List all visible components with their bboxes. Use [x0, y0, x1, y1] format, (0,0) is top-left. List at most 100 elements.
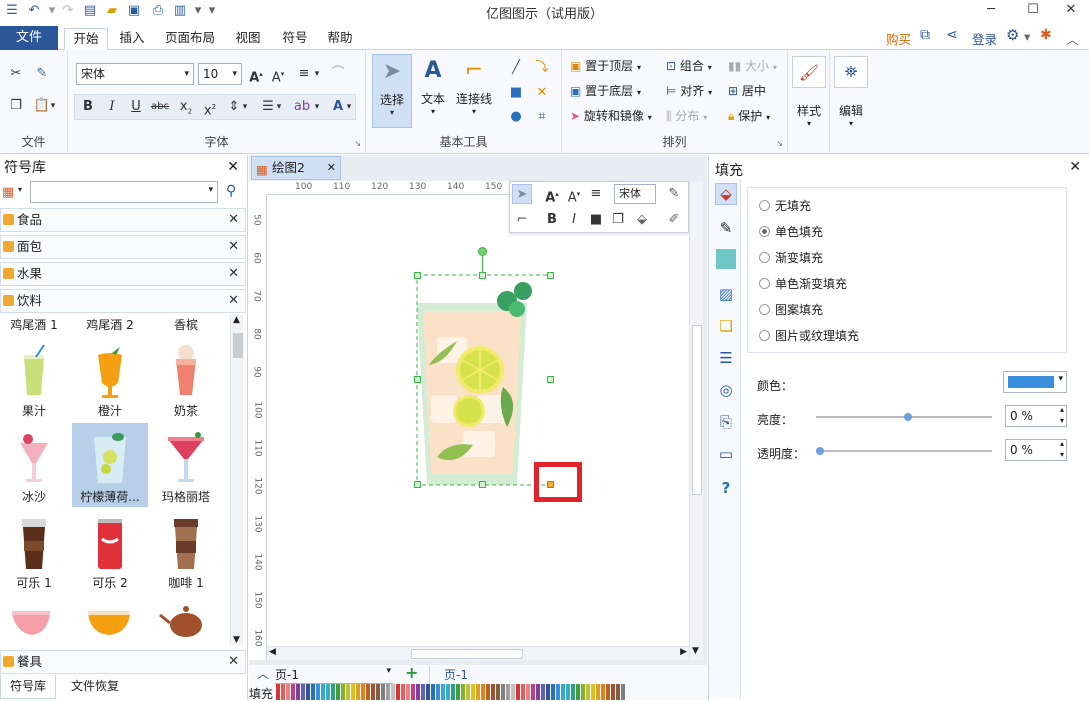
- line-color-icon[interactable]: ✐: [664, 210, 684, 230]
- help-icon[interactable]: ?: [715, 477, 737, 499]
- palette-swatch[interactable]: [531, 684, 535, 700]
- group-button[interactable]: ⊡ 组合 ▾: [666, 57, 712, 75]
- strikethrough-icon[interactable]: abc: [150, 97, 170, 117]
- palette-swatch[interactable]: [386, 684, 390, 700]
- bullets-dropdown-icon[interactable]: ▾: [274, 97, 284, 117]
- spinner-icon[interactable]: ▴ ▾: [1060, 438, 1064, 460]
- palette-swatch[interactable]: [356, 684, 360, 700]
- palette-swatch[interactable]: [441, 684, 445, 700]
- close-icon[interactable]: ✕: [1069, 159, 1081, 175]
- symbol-cocktail-1[interactable]: 鸡尾酒 1: [0, 315, 72, 335]
- palette-swatch[interactable]: [491, 684, 495, 700]
- palette-swatch[interactable]: [556, 684, 560, 700]
- palette-swatch[interactable]: [481, 684, 485, 700]
- close-icon[interactable]: ✕: [228, 236, 239, 258]
- copy-icon[interactable]: ❐: [6, 96, 26, 116]
- attachment-icon[interactable]: ⎘: [715, 411, 737, 433]
- symbol-search-input[interactable]: ▾: [30, 181, 218, 203]
- palette-swatch[interactable]: [506, 684, 510, 700]
- palette-swatch[interactable]: [391, 684, 395, 700]
- palette-swatch[interactable]: [446, 684, 450, 700]
- float-font-select[interactable]: 宋体: [614, 184, 656, 204]
- palette-swatch[interactable]: [581, 684, 585, 700]
- radio-solid-fill[interactable]: 单色填充: [759, 223, 823, 241]
- line-pen-icon[interactable]: ✎: [715, 217, 737, 239]
- brightness-input[interactable]: 0 % ▴ ▾: [1005, 405, 1067, 427]
- palette-swatch[interactable]: [456, 684, 460, 700]
- font-size-select[interactable]: 10 ▾: [198, 63, 242, 85]
- page-tab[interactable]: 页-1: [429, 666, 479, 684]
- shrink-font-icon[interactable]: A▾: [268, 64, 288, 85]
- italic-icon[interactable]: I: [102, 97, 122, 117]
- tab-help[interactable]: 帮助: [320, 28, 360, 50]
- resize-handle-bottom-left[interactable]: [414, 481, 421, 488]
- resize-handle-bottom[interactable]: [479, 481, 486, 488]
- size-button[interactable]: ▮▮ 大小 ▾: [728, 57, 777, 75]
- category-food[interactable]: 食品 ✕: [0, 208, 246, 232]
- search-icon[interactable]: ⚲: [226, 183, 236, 199]
- palette-swatch[interactable]: [521, 684, 525, 700]
- rectangle-shape-icon[interactable]: ■: [506, 83, 526, 103]
- color-picker[interactable]: ▾: [1003, 371, 1067, 393]
- scissors-point-icon[interactable]: ✕: [532, 83, 552, 103]
- scroll-down-icon[interactable]: ▼: [692, 646, 699, 656]
- palette-swatch[interactable]: [591, 684, 595, 700]
- palette-swatch[interactable]: [376, 684, 380, 700]
- symbol-cola-1[interactable]: 可乐 1: [0, 509, 72, 593]
- symbol-milk-tea[interactable]: 奶茶: [148, 337, 224, 421]
- library-grid-icon[interactable]: ▦: [2, 185, 14, 200]
- palette-swatch[interactable]: [416, 684, 420, 700]
- symbol-scrollbar[interactable]: ▲ ▼: [230, 315, 244, 645]
- fill-bucket-icon[interactable]: ⬙: [632, 210, 652, 230]
- palette-swatch[interactable]: [486, 684, 490, 700]
- resize-handle-right[interactable]: [547, 376, 554, 383]
- line-shape-icon[interactable]: ╱: [506, 58, 526, 78]
- login-link[interactable]: 登录: [972, 29, 997, 48]
- cut-icon[interactable]: ✂: [6, 64, 26, 84]
- transparency-input[interactable]: 0 % ▴ ▾: [1005, 439, 1067, 461]
- text-tool-button[interactable]: A 文本 ▾: [416, 54, 450, 128]
- rotation-handle[interactable]: [478, 247, 487, 256]
- copy-icon[interactable]: ❐: [608, 210, 628, 230]
- close-window-button[interactable]: ✕: [1056, 0, 1086, 20]
- crop-icon[interactable]: ⌗: [532, 107, 552, 127]
- protect-button[interactable]: 🔒︎ 保护 ▾: [728, 107, 770, 125]
- edit-button[interactable]: ⛯ 编辑 ▾: [834, 56, 868, 146]
- text-align-icon[interactable]: ≡: [586, 184, 606, 204]
- select-tool-button[interactable]: ➤ 选择 ▾: [372, 54, 412, 128]
- font-dialog-launcher-icon[interactable]: ↘: [354, 139, 361, 148]
- italic-icon[interactable]: I: [564, 210, 584, 230]
- shrink-font-icon[interactable]: A▾: [564, 184, 584, 205]
- align-button[interactable]: ⊨ 对齐 ▾: [666, 82, 712, 100]
- symbol-teacup[interactable]: [0, 595, 72, 645]
- palette-swatch[interactable]: [281, 684, 285, 700]
- tab-view[interactable]: 视图: [228, 28, 268, 50]
- settings-gear-icon[interactable]: ⚙: [1006, 26, 1019, 44]
- palette-swatch[interactable]: [436, 684, 440, 700]
- slider-knob[interactable]: [816, 447, 824, 455]
- style-button[interactable]: 🖌︎ 样式 ▾: [792, 56, 826, 146]
- category-drinks[interactable]: 饮料 ✕: [0, 289, 246, 313]
- tab-file-recovery[interactable]: 文件恢复: [60, 675, 130, 699]
- scroll-thumb[interactable]: [692, 325, 702, 495]
- palette-swatch[interactable]: [311, 684, 315, 700]
- palette-swatch[interactable]: [301, 684, 305, 700]
- share-screen-icon[interactable]: ⧉: [920, 27, 930, 43]
- palette-swatch[interactable]: [606, 684, 610, 700]
- palette-swatch[interactable]: [411, 684, 415, 700]
- layers-icon[interactable]: ❏: [715, 315, 737, 337]
- line-spacing-dropdown-icon[interactable]: ▾: [240, 97, 250, 117]
- radio-gradient-fill[interactable]: 渐变填充: [759, 249, 823, 267]
- pointer-icon[interactable]: ➤: [512, 184, 532, 204]
- palette-swatch[interactable]: [341, 684, 345, 700]
- subscript-icon[interactable]: x2: [176, 97, 196, 117]
- palette-swatch[interactable]: [276, 684, 280, 700]
- palette-swatch[interactable]: [426, 684, 430, 700]
- close-icon[interactable]: ✕: [227, 159, 239, 175]
- symbol-cocktail-2[interactable]: 鸡尾酒 2: [72, 315, 148, 335]
- hyperlink-globe-icon[interactable]: ◎: [715, 379, 737, 401]
- share-icon[interactable]: ⋖: [946, 27, 958, 43]
- radio-no-fill[interactable]: 无填充: [759, 197, 811, 215]
- connector-tool-button[interactable]: ⌐ 连接线 ▾: [454, 54, 494, 128]
- transparency-slider[interactable]: [816, 447, 992, 455]
